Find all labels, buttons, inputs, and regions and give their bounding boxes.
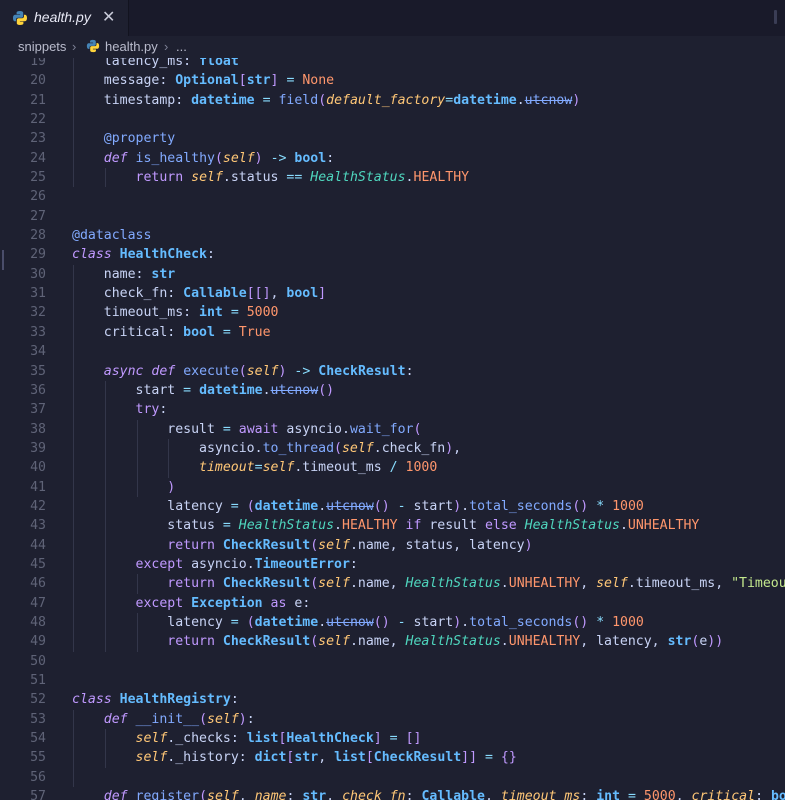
line-number: 45 [30, 556, 46, 572]
code-editor[interactable]: 19 latency_ms: float 20 message: Optional… [0, 58, 785, 800]
code-text: latency = (datetime.utcnow() - start).to… [72, 614, 644, 630]
line-number: 33 [30, 324, 46, 340]
code-text: except Exception as e: [135, 595, 311, 611]
line-number: 55 [30, 750, 46, 766]
line-number: 25 [30, 170, 46, 186]
code-text: latency = (datetime.utcnow() - start).to… [72, 498, 644, 514]
line-number: 30 [30, 266, 46, 282]
line-number: 29 [30, 247, 46, 263]
code-text: ) [167, 479, 176, 495]
code-text: status = HealthStatus.HEALTHY if result … [72, 518, 700, 534]
code-text: timeout=self.timeout_ms / 1000 [199, 460, 438, 476]
line-number: 32 [30, 305, 46, 321]
line-number: 37 [30, 402, 46, 418]
line-number: 49 [30, 634, 46, 650]
line-number: 27 [30, 208, 46, 224]
line-number: 46 [30, 576, 46, 592]
code-text: class HealthCheck: [72, 247, 215, 263]
breadcrumb-separator: › [72, 39, 77, 54]
line-number: 20 [30, 73, 46, 89]
tab-scroll-indicator [774, 10, 777, 24]
line-number: 22 [30, 112, 46, 128]
code-text: return CheckResult(self.name, status, la… [167, 537, 533, 553]
code-text: return CheckResult(self.name, HealthStat… [167, 634, 724, 650]
code-text: def __init__(self): [103, 711, 255, 727]
line-number: 41 [30, 479, 46, 495]
code-text: check_fn: Callable[[], bool] [72, 286, 327, 302]
breadcrumb-more[interactable]: ... [176, 39, 187, 54]
line-number: 31 [30, 286, 46, 302]
line-number: 28 [30, 228, 46, 244]
line-number: 38 [30, 421, 46, 437]
line-number: 43 [30, 518, 46, 534]
code-text: except asyncio.TimeoutError: [135, 556, 358, 572]
line-number: 56 [30, 769, 46, 785]
line-number: 44 [30, 537, 46, 553]
line-number: 35 [30, 363, 46, 379]
code-text: def is_healthy(self) -> bool: [103, 150, 335, 166]
breadcrumb-file[interactable]: health.py [105, 39, 158, 54]
code-text: async def execute(self) -> CheckResult: [103, 363, 414, 379]
line-number: 42 [30, 498, 46, 514]
code-text: self._history: dict[str, list[CheckResul… [135, 750, 517, 766]
line-number: 21 [30, 92, 46, 108]
line-number: 26 [30, 189, 46, 205]
line-number: 57 [30, 789, 46, 800]
code-text: def register(self, name: str, check_fn: … [103, 789, 785, 800]
code-text: class HealthRegistry: [72, 692, 239, 708]
line-number: 39 [30, 440, 46, 456]
line-number: 47 [30, 595, 46, 611]
breadcrumb-separator: › [164, 39, 169, 54]
code-text: critical: bool = True [72, 324, 271, 340]
code-text: latency_ms: float [103, 58, 239, 69]
code-text: message: Optional[str] = None [72, 73, 335, 89]
tab-title: health.py [34, 9, 91, 25]
code-text: asyncio.to_thread(self.check_fn), [72, 440, 462, 456]
code-text: @property [103, 131, 176, 147]
breadcrumb: snippets › health.py › ... [0, 36, 785, 58]
line-number: 53 [30, 711, 46, 727]
line-number: 34 [30, 344, 46, 360]
line-number: 54 [30, 731, 46, 747]
close-icon[interactable]: ✕ [102, 7, 115, 26]
python-file-icon [12, 10, 28, 30]
line-number: 23 [30, 131, 46, 147]
breadcrumb-folder[interactable]: snippets [18, 39, 66, 54]
line-number: 24 [30, 150, 46, 166]
code-text: return CheckResult(self.name, HealthStat… [167, 576, 785, 592]
line-number: 52 [30, 692, 46, 708]
code-text: try: [135, 402, 168, 418]
line-number: 40 [30, 460, 46, 476]
code-text: timeout_ms: int = 5000 [72, 305, 279, 321]
code-text: name: str [72, 266, 176, 282]
tab-bar: health.py ✕ [0, 0, 785, 37]
line-number: 48 [30, 614, 46, 630]
code-text: start = datetime.utcnow() [72, 382, 335, 398]
code-text: return self.status == HealthStatus.HEALT… [135, 170, 470, 186]
tab-health-py[interactable]: health.py ✕ [0, 0, 129, 36]
code-text: timestamp: datetime = field(default_fact… [72, 92, 581, 108]
line-number: 50 [30, 653, 46, 669]
python-file-icon [86, 39, 100, 56]
line-number: 19 [30, 58, 46, 69]
code-text: result = await asyncio.wait_for( [72, 421, 422, 437]
line-number: 51 [30, 673, 46, 688]
line-number: 36 [30, 382, 46, 398]
code-text: @dataclass [72, 228, 152, 244]
code-text: self._checks: list[HealthCheck] = [] [135, 731, 422, 747]
